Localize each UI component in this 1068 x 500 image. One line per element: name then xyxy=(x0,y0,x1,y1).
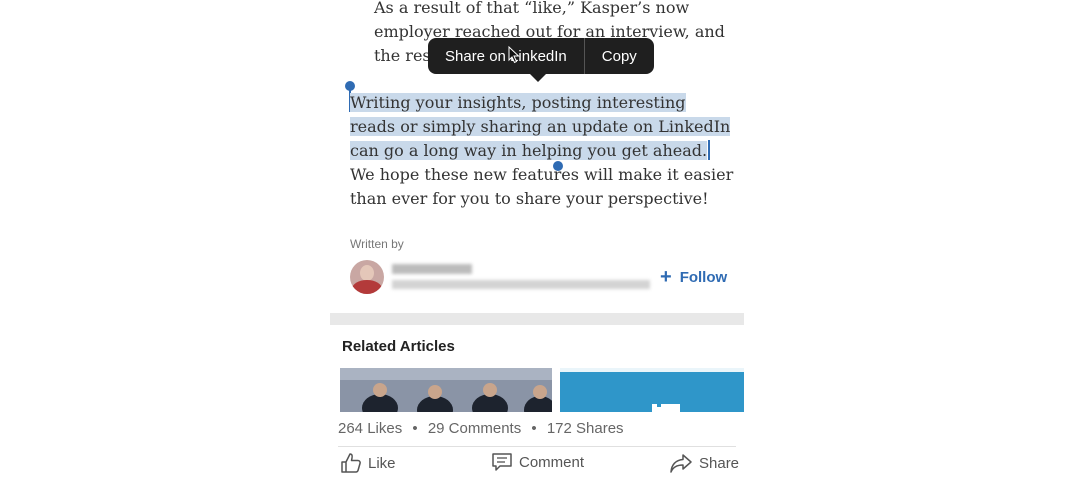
share-on-linkedin-button[interactable]: Share on LinkedIn xyxy=(428,38,584,74)
like-button[interactable]: Like xyxy=(340,452,396,474)
follow-label: Follow xyxy=(679,268,728,286)
like-label: Like xyxy=(368,454,396,472)
linkedin-logo-image xyxy=(560,368,744,412)
written-by-label: Written by xyxy=(350,237,404,251)
group-photo-image xyxy=(340,368,552,412)
comment-icon xyxy=(492,453,512,471)
likes-count[interactable]: 264 Likes xyxy=(338,420,402,437)
menu-pointer xyxy=(529,73,547,82)
selection-end-handle[interactable] xyxy=(553,161,563,171)
comment-label: Comment xyxy=(519,453,585,471)
cursor-icon xyxy=(508,46,520,64)
article-paragraph-2[interactable]: Writing your insights, posting interesti… xyxy=(350,91,734,211)
share-label: Share xyxy=(699,454,740,472)
footer-divider xyxy=(338,446,736,447)
author-title-blurred xyxy=(392,280,650,289)
shares-count[interactable]: 172 Shares xyxy=(547,420,624,437)
related-article-thumbnail-2[interactable] xyxy=(560,368,744,412)
article-screen: As a result of that “like,” Kasper’s now… xyxy=(330,0,744,486)
selection-caret xyxy=(708,140,711,160)
related-articles-heading: Related Articles xyxy=(342,338,455,355)
author-name-blurred[interactable] xyxy=(392,264,472,274)
related-article-thumbnail-1[interactable] xyxy=(340,368,552,412)
thumbs-up-icon xyxy=(341,453,361,473)
comments-count[interactable]: 29 Comments xyxy=(428,420,521,437)
selection-context-menu: Share on LinkedIn Copy xyxy=(428,38,654,82)
follow-button[interactable]: + Follow xyxy=(660,266,728,288)
share-button[interactable]: Share xyxy=(669,452,739,474)
copy-button[interactable]: Copy xyxy=(585,38,654,74)
selected-text[interactable]: Writing your insights, posting interesti… xyxy=(350,93,731,160)
engagement-bar: 264 Likes • 29 Comments • 172 Shares Lik… xyxy=(330,412,744,486)
section-divider xyxy=(330,313,744,325)
stat-separator: • xyxy=(412,420,418,437)
author-avatar[interactable] xyxy=(350,260,384,294)
share-arrow-icon xyxy=(670,454,692,473)
stat-separator: • xyxy=(531,420,537,437)
comment-button[interactable]: Comment xyxy=(491,452,584,472)
plus-icon: + xyxy=(660,266,672,288)
unselected-text: We hope these new features will make it … xyxy=(350,165,734,208)
engagement-stats: 264 Likes • 29 Comments • 172 Shares xyxy=(338,420,624,437)
